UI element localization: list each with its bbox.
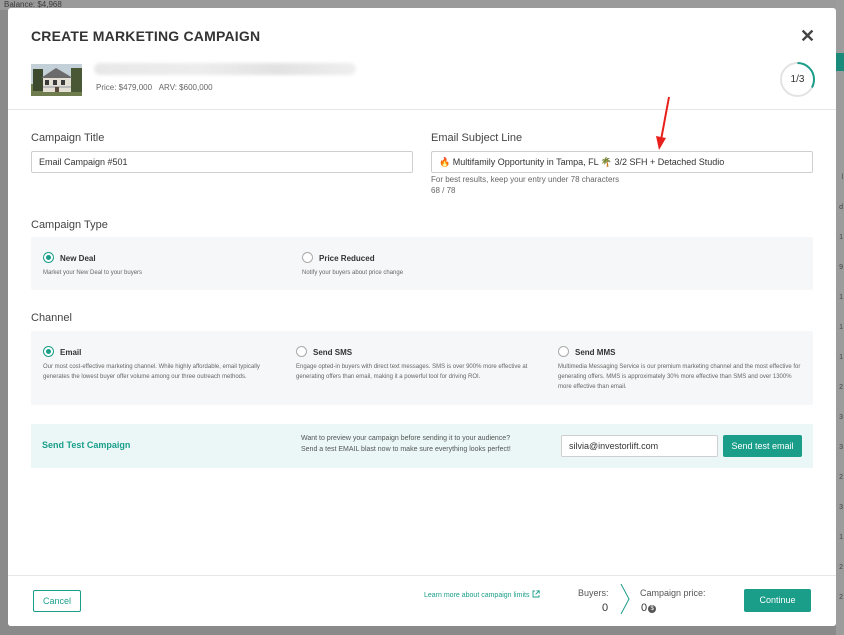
blurred-address — [94, 63, 356, 75]
buyers-label: Buyers: — [578, 588, 609, 598]
campaign-price-label: Campaign price: — [640, 588, 706, 598]
mms-radio[interactable] — [558, 346, 569, 357]
learn-more-link[interactable]: Learn more about campaign limits — [424, 590, 541, 599]
email-radio[interactable] — [43, 346, 54, 357]
email-title: Email — [60, 348, 82, 357]
property-thumbnail — [31, 64, 82, 96]
campaign-title-label: Campaign Title — [31, 132, 105, 144]
background-cell: 2 — [839, 474, 843, 481]
background-cell: l — [841, 174, 843, 181]
new-deal-radio[interactable] — [43, 252, 54, 263]
mms-desc: Multimedia Messaging Service is our prem… — [558, 364, 801, 390]
new-deal-desc: Market your New Deal to your buyers — [43, 270, 143, 276]
background-cell: 1 — [839, 294, 843, 301]
property-price: Price: $479,000 — [96, 83, 153, 92]
campaign-price-value: 0 $ — [641, 602, 657, 614]
close-icon[interactable]: ✕ — [800, 27, 815, 45]
channel-panel: Email Our most cost-effective marketing … — [31, 331, 813, 405]
subject-line-label: Email Subject Line — [431, 132, 523, 144]
background-cell: 3 — [839, 414, 843, 421]
new-deal-title: New Deal — [60, 254, 96, 263]
sms-desc: Engage opted-in buyers with direct text … — [296, 364, 528, 380]
step-indicator: 1/3 — [790, 74, 805, 85]
cancel-button[interactable]: Cancel — [33, 590, 81, 612]
background-cell: 2 — [839, 594, 843, 601]
background-cell: 1 — [839, 354, 843, 361]
property-arv: ARV: $600,000 — [158, 83, 213, 92]
campaign-type-label: Campaign Type — [31, 219, 108, 231]
campaign-price-amount: 0 — [641, 602, 648, 614]
campaign-modal: CREATE MARKETING CAMPAIGN ✕ Price: $479,… — [8, 8, 836, 626]
send-test-panel: Send Test Campaign Want to preview your … — [31, 424, 813, 468]
background-cell: 3 — [839, 504, 843, 511]
send-test-desc-line1: Want to preview your campaign before sen… — [301, 435, 511, 442]
buyers-count: 0 — [602, 602, 609, 614]
price-reduced-desc: Notify your buyers about price change — [302, 270, 404, 276]
background-cell: 9 — [839, 264, 843, 271]
campaign-type-panel: New Deal Market your New Deal to your bu… — [31, 237, 813, 290]
send-test-desc-line2: Send a test EMAIL blast now to make sure… — [301, 446, 511, 453]
background-cell: 1 — [839, 324, 843, 331]
subject-hint: For best results, keep your entry under … — [431, 175, 620, 184]
channel-label: Channel — [31, 312, 72, 324]
mms-title: Send MMS — [575, 348, 616, 357]
send-test-email-button[interactable]: Send test email — [723, 435, 802, 457]
modal-footer: Cancel Learn more about campaign limits … — [8, 575, 836, 626]
background-cell: 2 — [839, 564, 843, 571]
send-test-title: Send Test Campaign — [42, 440, 131, 450]
modal-title: CREATE MARKETING CAMPAIGN — [31, 28, 261, 44]
price-reduced-radio[interactable] — [302, 252, 313, 263]
chevron-right-icon — [620, 583, 630, 615]
price-reduced-title: Price Reduced — [319, 254, 375, 263]
subject-line-input[interactable]: 🔥 Multifamily Opportunity in Tampa, FL 🌴… — [431, 151, 813, 173]
test-email-input[interactable]: silvia@investorlift.com — [561, 435, 718, 457]
email-desc: Our most cost-effective marketing channe… — [43, 364, 260, 380]
background-cell: 3 — [839, 444, 843, 451]
continue-button[interactable]: Continue — [744, 589, 811, 612]
background-cell: 1 — [839, 234, 843, 241]
learn-more-label: Learn more about campaign limits — [424, 592, 530, 599]
background-cell: d — [839, 204, 843, 211]
background-cell: 2 — [839, 384, 843, 391]
campaign-title-input[interactable]: Email Campaign #501 — [31, 151, 413, 173]
send-test-description: Want to preview your campaign before sen… — [301, 433, 551, 455]
background-teal-button — [836, 53, 844, 71]
subject-char-count: 68 / 78 — [431, 186, 456, 195]
background-cell: 1 — [839, 534, 843, 541]
external-link-icon — [533, 590, 541, 598]
sms-title: Send SMS — [313, 348, 353, 357]
sms-radio[interactable] — [296, 346, 307, 357]
property-prices: Price: $479,000 ARV: $600,000 — [96, 83, 213, 92]
modal-header: CREATE MARKETING CAMPAIGN ✕ Price: $479,… — [8, 8, 836, 110]
credit-coin-icon: $ — [648, 605, 657, 613]
